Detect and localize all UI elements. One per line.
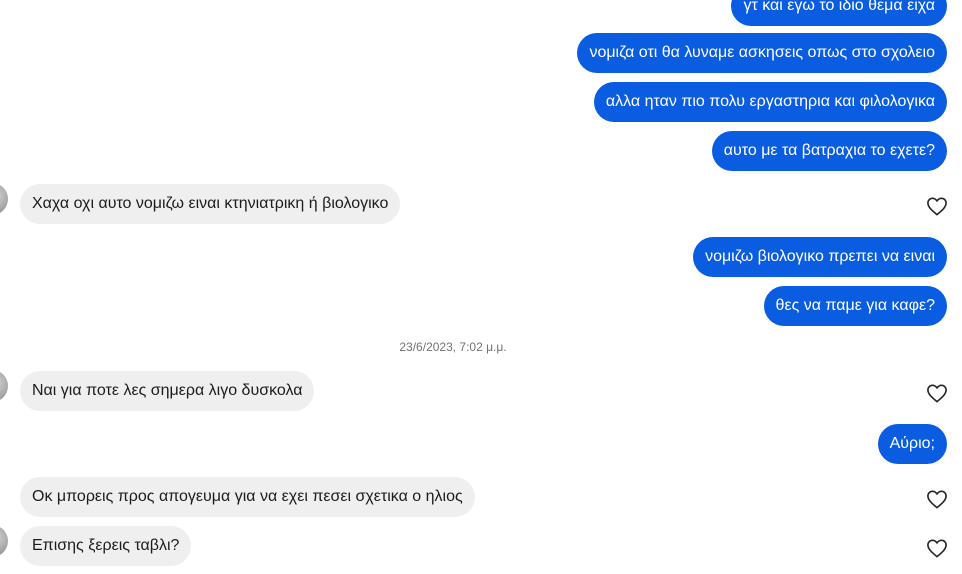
message-bubble-received[interactable]: Οκ μπορεις προς απογευμα για να εχει πεσ…	[20, 477, 475, 517]
message-bubble-sent[interactable]: θες να παμε για καφε?	[763, 286, 947, 326]
message-bubble-sent[interactable]: αλλα ηταν πιο πολυ εργαστηρια και φιλολο…	[593, 82, 947, 122]
contact-avatar[interactable]	[0, 183, 8, 215]
contact-avatar[interactable]	[0, 370, 8, 402]
message-bubble-received[interactable]: Χαχα οχι αυτο νομιζω ειναι κτηνιατρικη ή…	[20, 184, 401, 224]
message-bubble-sent[interactable]: νομιζα οτι θα λυναμε ασκησεις οπως στο σ…	[577, 33, 947, 73]
message-bubble-sent[interactable]: γτ και εγω το ιδιο θεμα ειχα	[731, 0, 947, 26]
contact-avatar[interactable]	[0, 525, 8, 557]
heart-outline-icon[interactable]	[926, 383, 948, 403]
message-bubble-sent[interactable]: νομιζω βιολογικο πρεπει να ειναι	[693, 237, 947, 277]
message-bubble-sent[interactable]: αυτο με τα βατραχια το εχετε?	[711, 131, 947, 171]
message-bubble-sent[interactable]: Αύριο;	[877, 424, 947, 464]
heart-outline-icon[interactable]	[926, 196, 948, 216]
message-bubble-received[interactable]: Επισης ξερεις ταβλι?	[20, 526, 192, 566]
heart-outline-icon[interactable]	[926, 489, 948, 509]
heart-outline-icon[interactable]	[926, 538, 948, 558]
message-bubble-received[interactable]: Ναι για ποτε λες σημερα λιγο δυσκολα	[20, 371, 315, 411]
date-separator: 23/6/2023, 7:02 μ.μ.	[399, 340, 507, 354]
